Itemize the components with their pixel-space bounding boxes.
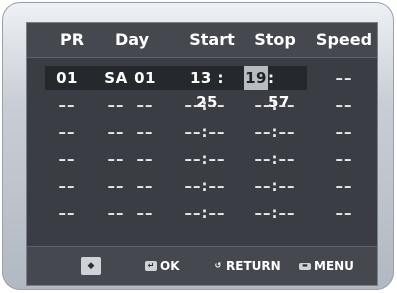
cell-stop-hour[interactable]: 19 xyxy=(244,66,268,90)
cell-start: ––:–– xyxy=(184,150,226,168)
cell-start: ––:–– xyxy=(184,123,226,141)
cell-day: –– xyxy=(107,177,125,195)
column-stop: Stop xyxy=(254,30,296,49)
return-arrow-icon: ↺ xyxy=(214,261,222,270)
timer-row-4[interactable]: –– –– –– ––:–– ––:–– –– xyxy=(27,147,377,171)
cell-day: –– xyxy=(107,150,125,168)
cell-stop: ––:–– xyxy=(254,204,296,222)
cell-pr: –– xyxy=(58,150,76,168)
cell-pr: –– xyxy=(58,96,76,114)
timer-row-6[interactable]: –– –– –– ––:–– ––:–– –– xyxy=(27,201,377,225)
cell-start: ––:–– xyxy=(184,177,226,195)
cell-speed: –– xyxy=(335,150,353,168)
return-hint[interactable]: ↺ RETURN xyxy=(213,247,281,285)
cell-stop-minute[interactable]: : 57 xyxy=(268,66,300,111)
cell-date[interactable]: 01 xyxy=(131,66,159,90)
column-pr: PR xyxy=(59,30,85,49)
cell-speed: –– xyxy=(335,177,353,195)
cell-speed[interactable]: –– xyxy=(327,66,361,90)
ok-hint[interactable]: ↵ OK xyxy=(145,247,180,285)
cell-pr: –– xyxy=(58,177,76,195)
cell-date: –– xyxy=(136,150,154,168)
cell-speed: –– xyxy=(335,204,353,222)
return-label: RETURN xyxy=(226,259,281,273)
timer-row-2[interactable]: –– –– –– ––:–– ––:–– –– xyxy=(27,93,377,117)
cell-date: –– xyxy=(136,177,154,195)
ok-label: OK xyxy=(160,259,180,273)
timer-row-3[interactable]: –– –– –– ––:–– ––:–– –– xyxy=(27,120,377,144)
menu-label: MENU xyxy=(314,259,354,273)
cell-day: –– xyxy=(107,204,125,222)
navigation-arrows-icon: ◆ xyxy=(81,257,101,275)
cell-pr[interactable]: 01 xyxy=(51,66,83,90)
cell-date: –– xyxy=(136,96,154,114)
column-header: PR Day Start Stop Speed xyxy=(27,23,377,58)
enter-key-icon: ↵ xyxy=(145,261,157,271)
timer-record-screen: PR Day Start Stop Speed 01 SA 01 13 : 25… xyxy=(26,22,378,286)
cell-date: –– xyxy=(136,204,154,222)
column-start: Start xyxy=(189,30,235,49)
timer-row-1[interactable]: 01 SA 01 13 : 25 19 : 57 –– xyxy=(27,66,377,111)
timer-row-5[interactable]: –– –– –– ––:–– ––:–– –– xyxy=(27,174,377,198)
cell-day[interactable]: SA xyxy=(101,66,131,90)
cell-pr: –– xyxy=(58,204,76,222)
cell-day: –– xyxy=(107,96,125,114)
column-speed: Speed xyxy=(315,30,373,49)
cell-speed: –– xyxy=(335,96,353,114)
cell-stop: ––:–– xyxy=(254,123,296,141)
cell-start: ––:–– xyxy=(184,204,226,222)
cell-stop: ––:–– xyxy=(254,177,296,195)
cell-stop: ––:–– xyxy=(254,96,296,114)
menu-key-icon: ▬ xyxy=(299,262,311,270)
cell-stop: ––:–– xyxy=(254,150,296,168)
navigate-hint[interactable]: ◆ xyxy=(81,247,101,285)
cell-date: –– xyxy=(136,123,154,141)
cell-day: –– xyxy=(107,123,125,141)
cell-speed: –– xyxy=(335,123,353,141)
button-guide-bar: ◆ ↵ OK ↺ RETURN ▬ MENU xyxy=(27,246,377,285)
tv-frame: PR Day Start Stop Speed 01 SA 01 13 : 25… xyxy=(2,2,394,290)
cell-pr: –– xyxy=(58,123,76,141)
cell-start: ––:–– xyxy=(184,96,226,114)
menu-hint[interactable]: ▬ MENU xyxy=(299,247,354,285)
column-day: Day xyxy=(114,30,149,49)
cell-start[interactable]: 13 : 25 xyxy=(177,66,237,111)
